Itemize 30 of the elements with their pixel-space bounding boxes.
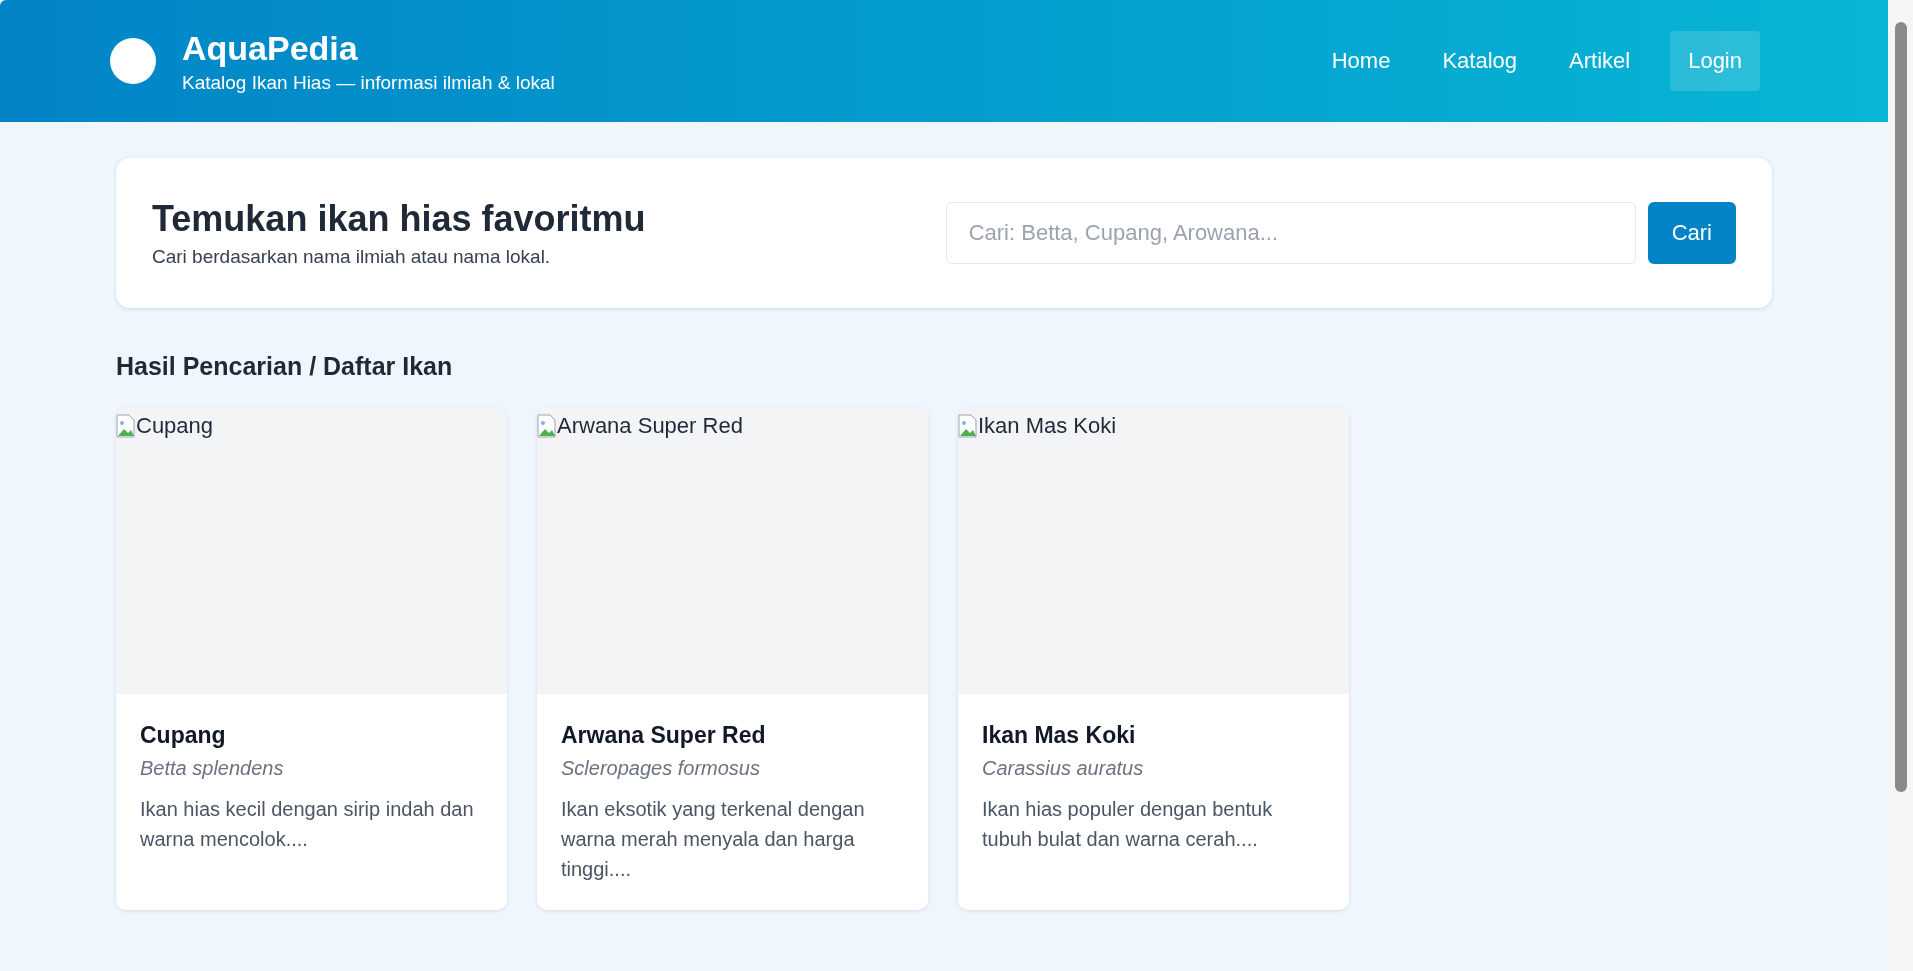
scientific-name: Carassius auratus <box>982 757 1145 780</box>
fish-card[interactable]: Cupang Cupang Betta splendens Ikan hias kecil dengan sirip indah dan warna mencolok.... <box>116 407 507 910</box>
search-description: Cari berdasarkan nama ilmiah atau nama lokal. <box>152 246 552 268</box>
broken-image-icon <box>958 414 978 438</box>
image-alt-text: Ikan Mas Koki <box>978 413 1117 439</box>
scientific-name: Scleropages formosus <box>561 757 761 780</box>
login-button[interactable]: Login <box>1670 31 1760 91</box>
site-subtitle: Katalog Ikan Hias — informasi ilmiah & lokal <box>182 71 555 94</box>
fish-description: Ikan hias kecil dengan sirip indah dan warna mencolok.... <box>140 797 475 852</box>
broken-image-icon <box>116 414 136 438</box>
fish-name: Ikan Mas Koki <box>982 722 1137 749</box>
search-button[interactable]: Cari <box>1647 202 1736 264</box>
image-alt-text: Cupang <box>136 413 214 439</box>
nav-link[interactable]: Home <box>1319 38 1403 84</box>
site-title: AquaPedia <box>182 28 359 68</box>
fish-card[interactable]: Arwana Super Red Arwana Super Red Scleropages formosus Ikan eksotik yang terkenal dengan warna merah menyala dan harga tinggi.... <box>537 407 928 910</box>
logo-icon <box>110 38 156 84</box>
fish-card[interactable]: Ikan Mas Koki Ikan Mas Koki Carassius auratus Ikan hias populer dengan bentuk tubuh bulat dan warna cerah.... <box>958 407 1349 910</box>
fish-name: Cupang <box>140 722 227 749</box>
fish-name: Arwana Super Red <box>561 722 767 749</box>
image-alt-text: Arwana Super Red <box>557 413 743 439</box>
fish-description: Ikan hias populer dengan bentuk tubuh bulat dan warna cerah.... <box>982 797 1274 852</box>
scientific-name: Betta splendens <box>140 757 285 780</box>
nav-link[interactable]: Katalog <box>1430 38 1530 84</box>
section-heading: Hasil Pencarian / Daftar Ikan <box>116 352 454 381</box>
search-field[interactable]: Cari: Betta, Cupang, Arowana... <box>945 202 1636 264</box>
nav-link[interactable]: Artikel <box>1557 38 1643 84</box>
broken-image-icon <box>537 414 557 438</box>
fish-description: Ikan eksotik yang terkenal dengan warna merah menyala dan harga tinggi.... <box>561 797 866 882</box>
search-heading: Temukan ikan hias favoritmu <box>152 198 646 240</box>
